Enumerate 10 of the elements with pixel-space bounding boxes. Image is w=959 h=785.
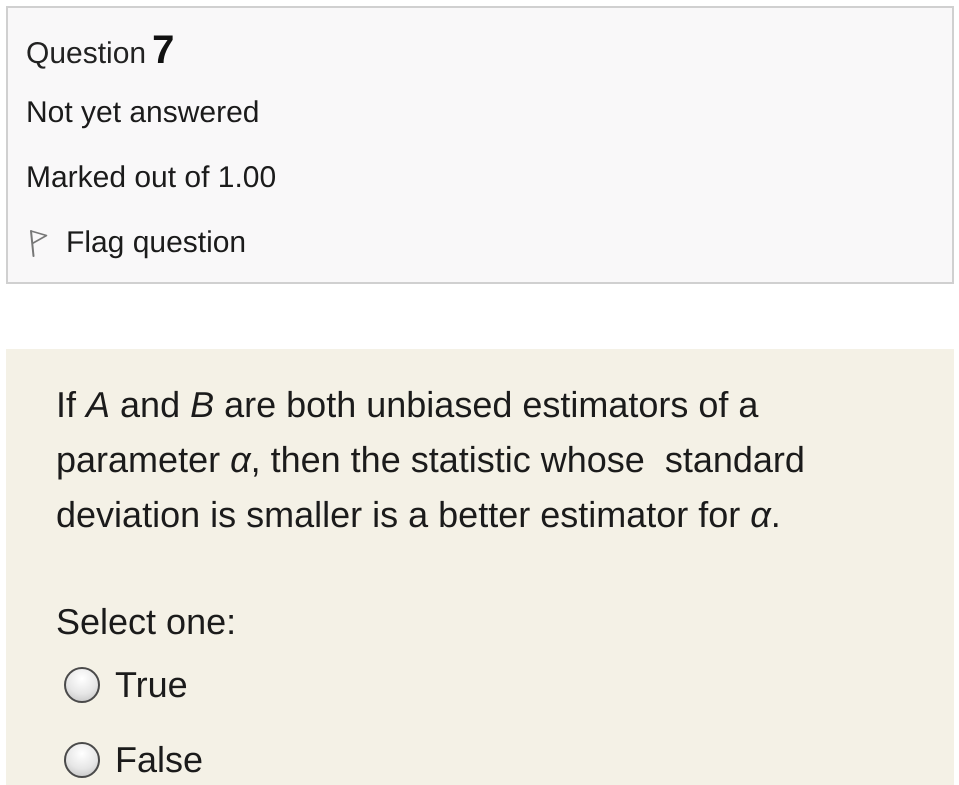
option-label[interactable]: False <box>115 738 204 782</box>
radio-button[interactable] <box>64 667 100 703</box>
question-heading: Question 7 <box>26 27 174 74</box>
marks-text: Marked out of 1.00 <box>26 160 276 196</box>
flag-question-link[interactable]: Flag question <box>26 210 246 275</box>
radio-button[interactable] <box>64 742 100 778</box>
answer-status: Not yet answered <box>26 95 260 131</box>
option-label[interactable]: True <box>115 663 188 707</box>
question-text: If A and B are both unbiased estimators of a parameter α, then the statistic whose standard deviation is smaller is a better estimator for α. <box>56 383 806 537</box>
select-prompt: Select one: <box>56 600 236 644</box>
